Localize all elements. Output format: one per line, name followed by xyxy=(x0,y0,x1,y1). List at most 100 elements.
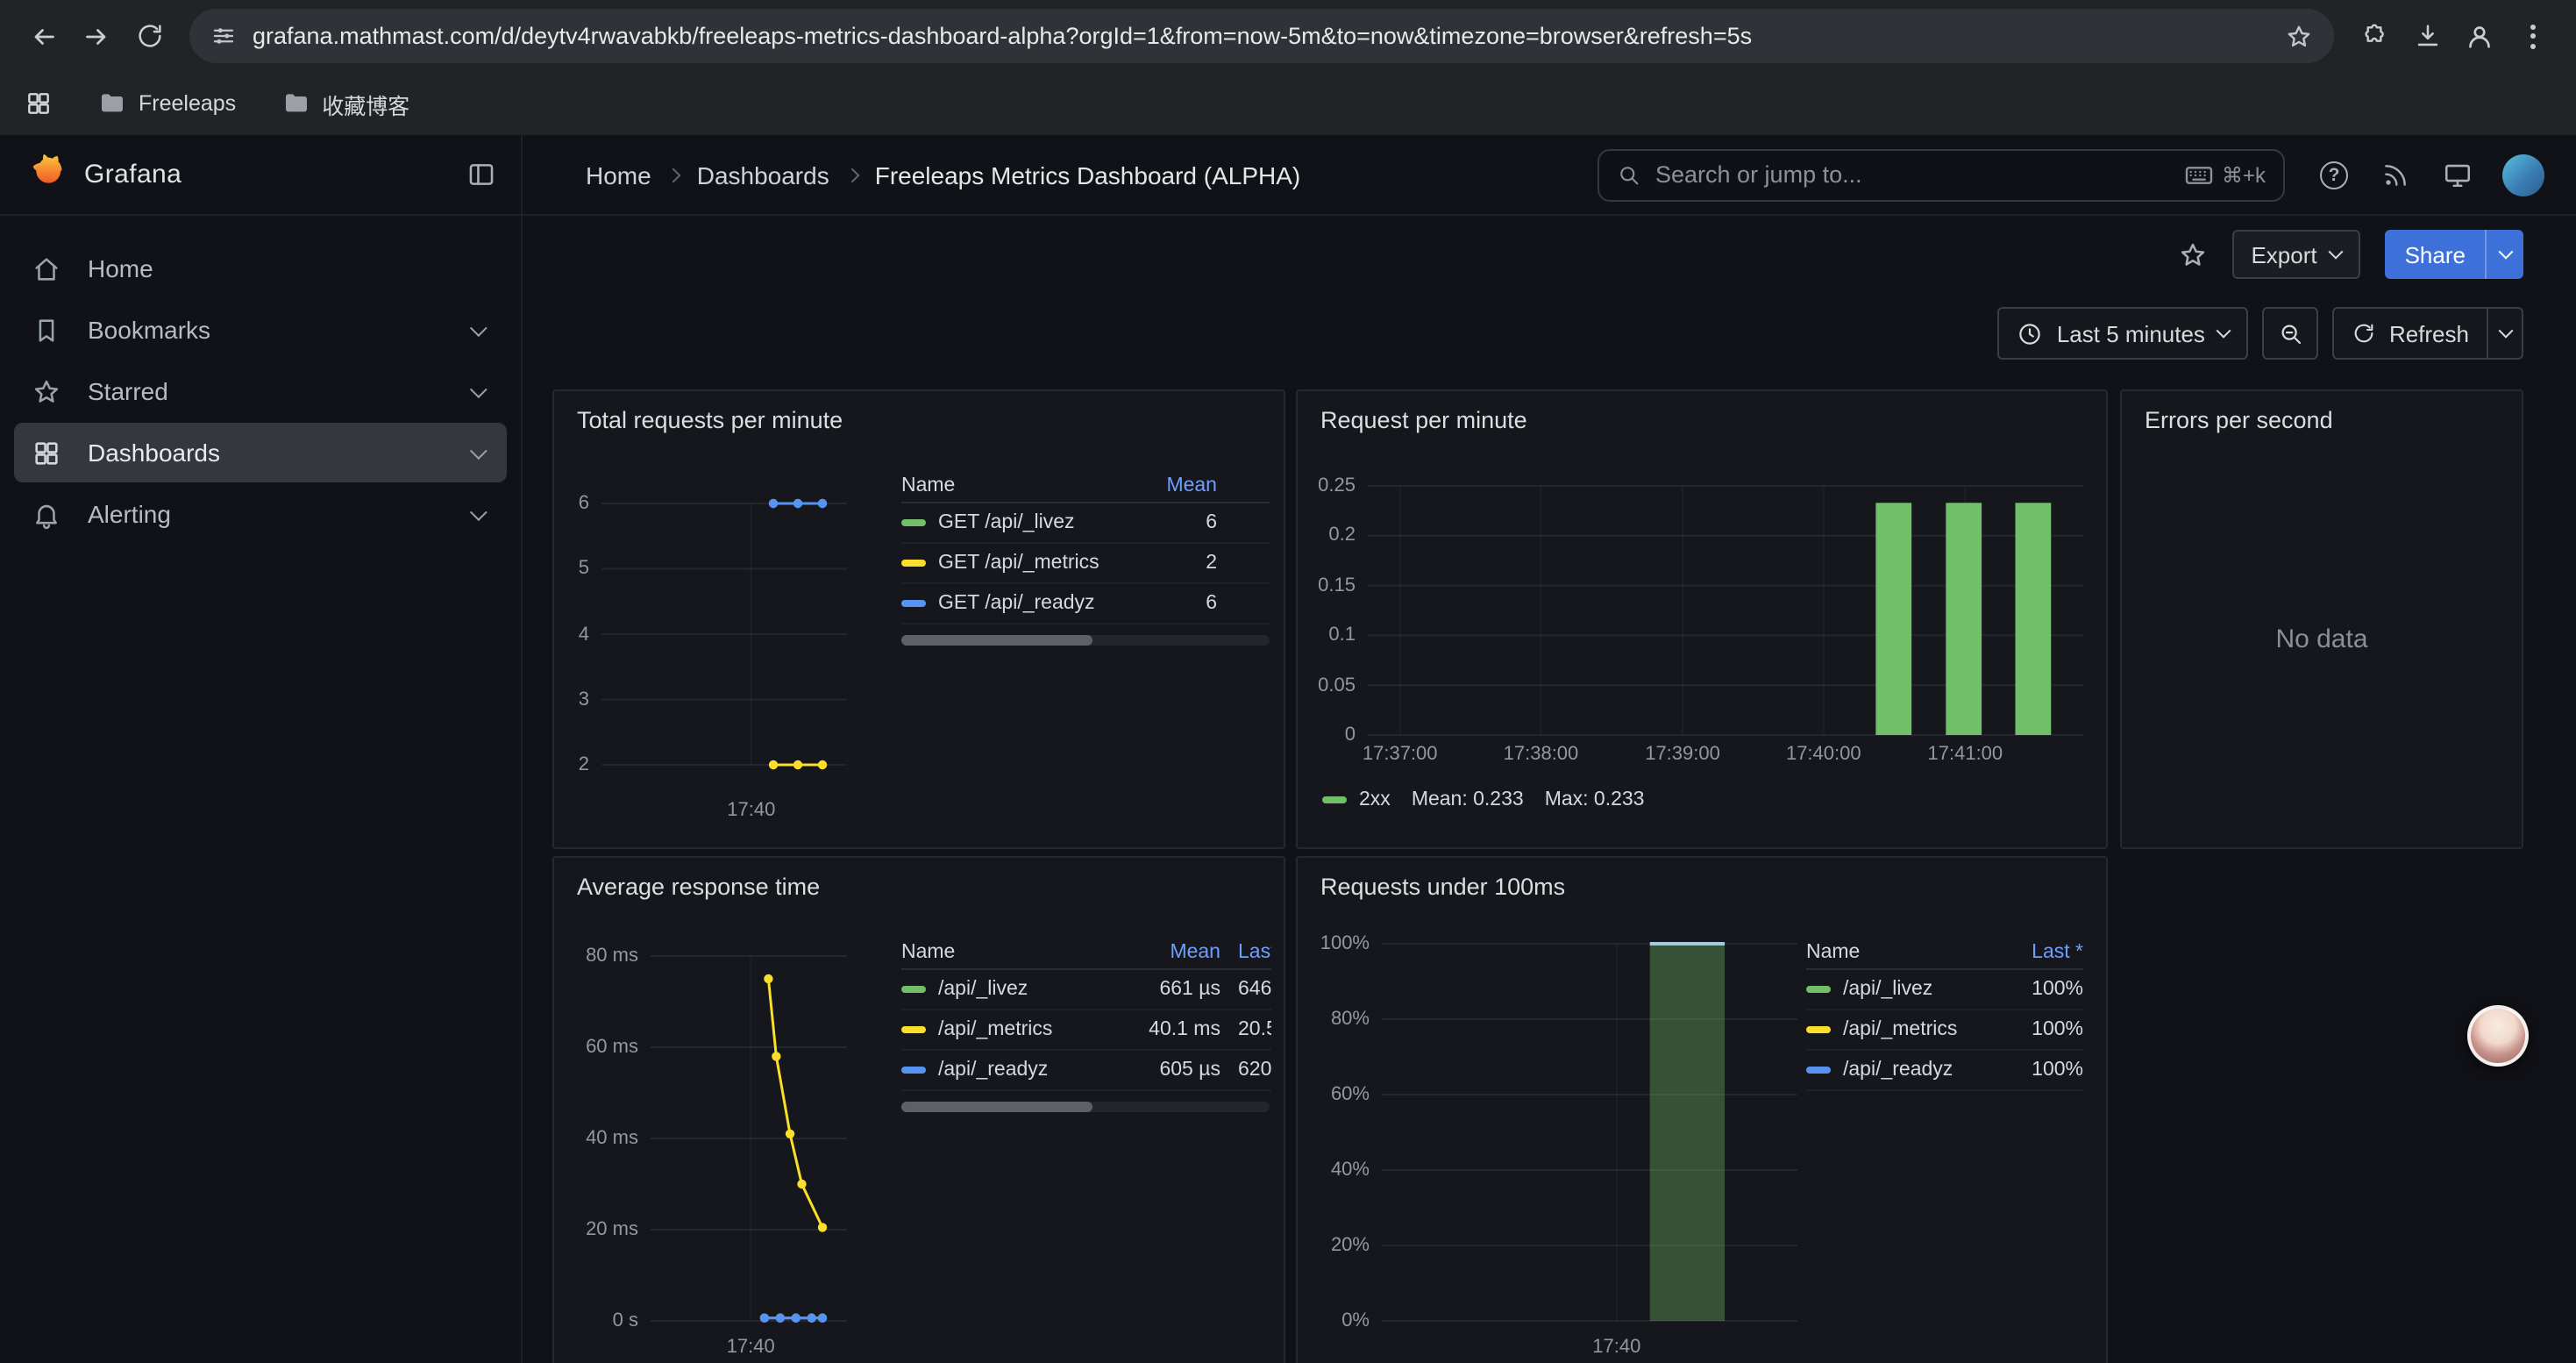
refresh-main[interactable]: Refresh xyxy=(2335,309,2487,358)
share-button[interactable]: Share xyxy=(2386,230,2523,279)
share-menu-button[interactable] xyxy=(2485,230,2523,279)
series-name[interactable]: 2xx xyxy=(1359,789,1391,810)
panel-title[interactable]: Requests under 100ms xyxy=(1298,858,2106,900)
legend-header-last[interactable]: Last * xyxy=(1220,941,1271,962)
legend-table: Name Mean Last * /api/_livez 661 µs 646 … xyxy=(901,935,1271,1091)
panel-title[interactable]: Request per minute xyxy=(1298,391,2106,433)
legend-header-mean[interactable]: Mean xyxy=(1133,475,1217,496)
brand-name: Grafana xyxy=(84,160,181,189)
series-name[interactable]: /api/_metrics xyxy=(1843,1019,1957,1040)
panel-average-response-time: Average response time 0 s20 ms40 ms60 ms… xyxy=(552,856,1285,1363)
series-name[interactable]: GET /api/_metrics xyxy=(938,553,1099,574)
chevron-down-icon[interactable] xyxy=(470,380,487,397)
chevron-down-icon xyxy=(2217,324,2231,339)
tv-mode-button[interactable] xyxy=(2443,160,2473,189)
breadcrumb-dashboards[interactable]: Dashboards xyxy=(697,161,829,189)
sidebar-item-dashboards[interactable]: Dashboards xyxy=(14,423,507,482)
back-button[interactable] xyxy=(18,10,70,62)
panel-request-per-minute: Request per minute 00.050.10.150.20.2517… xyxy=(1296,389,2108,849)
barchart-plot: 0%20%40%60%80%100%17:40 xyxy=(1382,944,1797,1321)
favorite-dashboard-button[interactable] xyxy=(2177,239,2207,269)
scrollbar-thumb[interactable] xyxy=(901,635,1092,646)
sidebar-item-bookmarks[interactable]: Bookmarks xyxy=(14,300,507,360)
panel-title[interactable]: Average response time xyxy=(554,858,1284,900)
zoom-out-button[interactable] xyxy=(2263,307,2319,360)
help-button[interactable] xyxy=(2320,161,2348,189)
forward-button[interactable] xyxy=(70,10,123,62)
url-text[interactable]: grafana.mathmast.com/d/deytv4rwavabkb/fr… xyxy=(253,23,2269,49)
legend-header-row: Name Mean Last * xyxy=(901,935,1271,970)
legend-scrollbar[interactable] xyxy=(901,1102,1270,1112)
chevron-down-icon[interactable] xyxy=(470,441,487,459)
refresh-button[interactable]: Refresh xyxy=(2333,307,2523,360)
series-name[interactable]: /api/_livez xyxy=(938,979,1028,1000)
bookmark-folder-blogs[interactable]: 收藏博客 xyxy=(281,87,409,120)
series-name[interactable]: /api/_readyz xyxy=(938,1060,1048,1081)
sidebar-item-alerting[interactable]: Alerting xyxy=(14,484,507,544)
floating-assistant-avatar[interactable] xyxy=(2467,1005,2529,1067)
legend-scrollbar[interactable] xyxy=(901,635,1270,646)
chevron-down-icon[interactable] xyxy=(470,503,487,520)
series-name[interactable]: GET /api/_readyz xyxy=(938,593,1095,614)
time-range-label: Last 5 minutes xyxy=(2057,320,2205,346)
breadcrumb-home[interactable]: Home xyxy=(586,161,651,189)
time-range-picker[interactable]: Last 5 minutes xyxy=(1997,307,2249,360)
chevron-down-icon xyxy=(2498,324,2513,339)
bookmarks-bar: Freeleaps 收藏博客 xyxy=(0,72,2576,135)
series-name[interactable]: /api/_readyz xyxy=(1843,1060,1953,1081)
legend-header-name[interactable]: Name xyxy=(901,475,1133,496)
export-button[interactable]: Export xyxy=(2231,230,2360,279)
chevron-down-icon[interactable] xyxy=(470,318,487,336)
legend-header-name[interactable]: Name xyxy=(901,941,1115,962)
share-label[interactable]: Share xyxy=(2386,230,2485,279)
panel-legend: Name Mean Last * /api/_livez 661 µs 646 … xyxy=(901,935,1271,1091)
search-input[interactable]: Search or jump to... ⌘+k xyxy=(1598,148,2285,201)
bookmark-folder-freeleaps[interactable]: Freeleaps xyxy=(98,89,236,118)
site-settings-icon[interactable] xyxy=(210,23,237,49)
home-icon xyxy=(32,253,63,283)
news-button[interactable] xyxy=(2381,161,2409,189)
header-icon-group xyxy=(2320,160,2473,189)
search-shortcut: ⌘+k xyxy=(2185,162,2266,187)
series-name[interactable]: /api/_livez xyxy=(1843,979,1932,1000)
chevron-down-icon xyxy=(2329,245,2344,260)
refresh-interval-button[interactable] xyxy=(2487,309,2522,358)
profile-icon xyxy=(2464,20,2495,52)
grafana-app: Grafana Home Dashboards Freeleaps Metric… xyxy=(0,135,2576,1363)
browser-window: grafana.mathmast.com/d/deytv4rwavabkb/fr… xyxy=(0,0,2576,1363)
reload-button[interactable] xyxy=(123,10,175,62)
scrollbar-thumb[interactable] xyxy=(901,1102,1092,1112)
legend-header-last[interactable]: Last * xyxy=(2003,941,2083,962)
bell-icon xyxy=(32,499,63,529)
zoom-out-icon xyxy=(2278,320,2304,346)
legend-row: /api/_livez 661 µs 646 µs xyxy=(901,970,1271,1010)
apps-grid-button[interactable] xyxy=(25,89,53,118)
legend-header-mean[interactable]: Mean xyxy=(1115,941,1220,962)
bookmark-star-icon[interactable] xyxy=(2285,22,2313,50)
panel-total-requests: Total requests per minute 2345617:40 Nam… xyxy=(552,389,1285,849)
extensions-button[interactable] xyxy=(2348,10,2401,62)
time-controls: Last 5 minutes Refresh xyxy=(523,307,2576,360)
search-placeholder: Search or jump to... xyxy=(1655,161,2171,188)
bookmark-label: Freeleaps xyxy=(139,91,236,116)
legend-row: GET /api/_metrics 2 xyxy=(901,544,1270,584)
sidebar-item-home[interactable]: Home xyxy=(14,239,507,298)
legend-header-name[interactable]: Name xyxy=(1806,941,2003,962)
sidebar-toggle-button[interactable] xyxy=(466,160,496,189)
puzzle-icon xyxy=(2360,22,2388,50)
sidebar-item-starred[interactable]: Starred xyxy=(14,361,507,421)
series-last: 100% xyxy=(2003,979,2083,1000)
grafana-logo[interactable] xyxy=(28,151,67,198)
url-bar[interactable]: grafana.mathmast.com/d/deytv4rwavabkb/fr… xyxy=(189,9,2334,63)
series-name[interactable]: /api/_metrics xyxy=(938,1019,1052,1040)
downloads-button[interactable] xyxy=(2401,10,2453,62)
series-name[interactable]: GET /api/_livez xyxy=(938,512,1075,533)
panel-title[interactable]: Total requests per minute xyxy=(554,391,1284,433)
user-avatar[interactable] xyxy=(2502,153,2544,196)
profile-button[interactable] xyxy=(2453,10,2506,62)
apps-grid-icon xyxy=(25,89,53,118)
legend-series[interactable]: 2xx xyxy=(1322,789,1391,810)
app-body: Home Bookmarks Starred xyxy=(0,216,2576,1363)
sidebar-item-label: Starred xyxy=(88,377,168,405)
browser-menu-button[interactable] xyxy=(2506,10,2558,62)
